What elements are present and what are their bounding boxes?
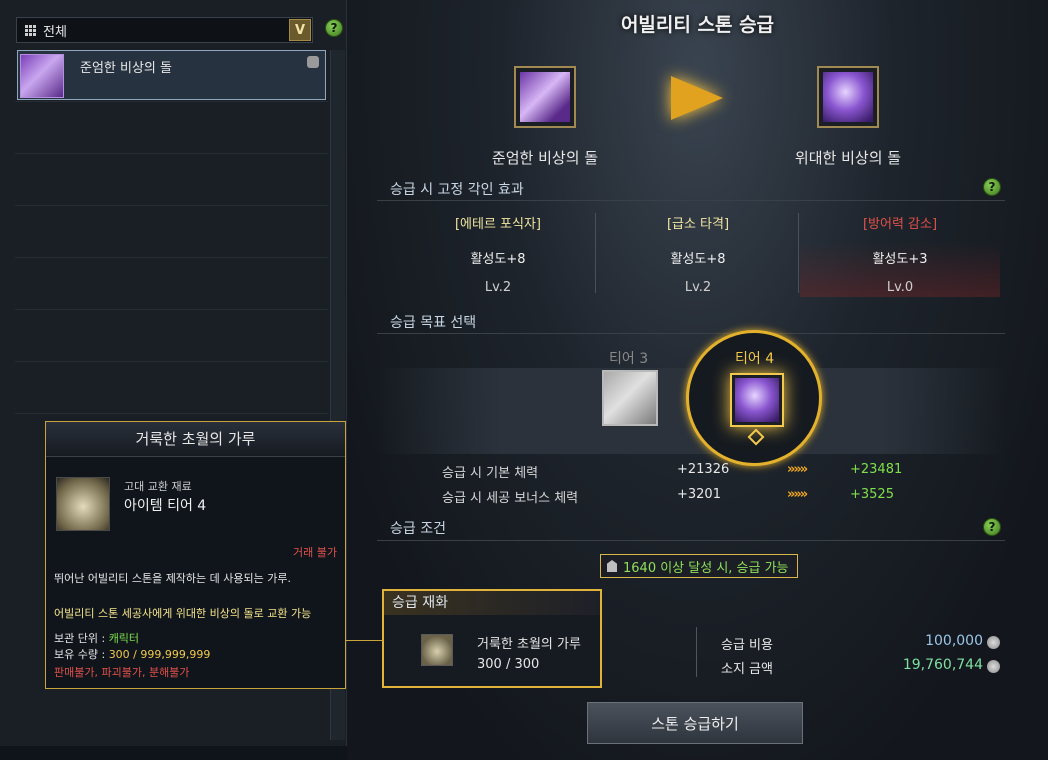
powder-icon[interactable] xyxy=(421,634,453,666)
condition-section-heading: 승급 조건 xyxy=(390,521,446,537)
purple-crystal-icon xyxy=(823,72,873,122)
chevron-down-icon[interactable]: V xyxy=(289,19,311,41)
purple-stone-icon xyxy=(520,72,570,122)
item-tooltip: 거룩한 초월의 가루 고대 교환 재료 아이템 티어 4 거래 불가 뛰어난 어… xyxy=(45,421,346,689)
owned-label: 소지 금액 xyxy=(721,662,773,677)
from-stone-name: 준엄한 비상의 돌 xyxy=(491,149,599,167)
cost-label: 승급 비용 xyxy=(721,638,773,653)
engrave-effect-2: [급소 타격] 활성도+8 Lv.2 xyxy=(598,205,798,297)
stat-row-base-hp: 승급 시 기본 체력 +21326 »»» +23481 xyxy=(377,462,1005,486)
material-count: 300 / 300 xyxy=(477,657,540,672)
house-icon xyxy=(607,560,617,572)
storage-value: 캐릭터 xyxy=(108,632,140,645)
divider xyxy=(377,540,1005,541)
page-title: 어빌리티 스톤 승급 xyxy=(620,14,775,36)
triple-arrow-icon: »»» xyxy=(787,487,808,502)
tier3-label: 티어 3 xyxy=(609,351,649,367)
tooltip-trade: 거래 불가 xyxy=(293,546,337,559)
effect-value: 활성도+3 xyxy=(872,252,928,267)
upgrade-material-box: 승급 재화 거룩한 초월의 가루 300 / 300 xyxy=(382,589,602,688)
silver-coin-icon xyxy=(987,660,1000,673)
storage-label: 보관 단위 : xyxy=(54,632,109,645)
divider xyxy=(696,627,697,677)
grid-icon xyxy=(25,24,36,36)
tooltip-title: 거룩한 초월의 가루 xyxy=(46,422,345,457)
upgrade-condition-badge: 1640 이상 달성 시, 승급 가능 xyxy=(600,554,798,578)
effect-value: 활성도+8 xyxy=(670,252,726,267)
stat-current: +21326 xyxy=(677,462,730,477)
stat-label: 승급 시 기본 체력 xyxy=(442,466,539,481)
effect-name: [에테르 포식자] xyxy=(454,217,542,232)
divider xyxy=(595,213,596,293)
stat-current: +3201 xyxy=(677,487,721,502)
engrave-effect-3: [방어력 감소] 활성도+3 Lv.0 xyxy=(800,205,1000,297)
tooltip-owned: 보유 수량 : 300 / 999,999,999 xyxy=(54,646,210,662)
tooltip-connector xyxy=(346,640,383,641)
tooltip-flags: 판매불가, 파괴불가, 분해불가 xyxy=(54,666,190,679)
tier3-option[interactable] xyxy=(602,370,658,426)
stat-next: +23481 xyxy=(850,462,903,477)
list-item xyxy=(15,102,328,154)
stat-next: +3525 xyxy=(850,487,894,502)
list-item-selected[interactable]: 준엄한 비상의 돌 xyxy=(17,50,326,100)
tier4-option[interactable] xyxy=(730,373,784,427)
divider xyxy=(798,213,799,293)
owned-max: / 999,999,999 xyxy=(129,648,211,661)
tooltip-tier: 아이템 티어 4 xyxy=(124,498,207,514)
to-stone-name: 위대한 비상의 돌 xyxy=(794,149,902,167)
owned-value: 19,760,744 xyxy=(902,657,983,673)
effect-name: [급소 타격] xyxy=(666,217,730,232)
gray-stone-icon xyxy=(604,372,656,424)
effect-name: [방어력 감소] xyxy=(862,217,938,232)
effect-level: Lv.2 xyxy=(484,280,512,295)
list-item[interactable]: 준엄한 비상의 돌 xyxy=(15,50,328,102)
help-icon[interactable]: ? xyxy=(983,518,1001,536)
triple-arrow-icon: »»» xyxy=(787,462,808,477)
help-icon[interactable]: ? xyxy=(983,178,1001,196)
lock-icon xyxy=(307,56,319,68)
engrave-section-heading: 승급 시 고정 각인 효과 xyxy=(390,182,524,198)
material-heading: 승급 재화 xyxy=(384,591,600,615)
tooltip-exchange: 어빌리티 스톤 세공사에게 위대한 비상의 돌로 교환 가능 xyxy=(54,607,312,620)
divider xyxy=(377,200,1005,201)
material-name: 거룩한 초월의 가루 xyxy=(477,637,581,652)
effect-level: Lv.0 xyxy=(886,280,914,295)
condition-text: 1640 이상 달성 시, 승급 가능 xyxy=(623,560,789,576)
filter-label: 전체 xyxy=(43,24,67,40)
list-item xyxy=(15,310,328,362)
tier4-label: 티어 4 xyxy=(735,351,775,367)
engrave-effect-1: [에테르 포식자] 활성도+8 Lv.2 xyxy=(398,205,598,297)
help-icon[interactable]: ? xyxy=(325,19,343,37)
upgrade-stone-button[interactable]: 스톤 승급하기 xyxy=(587,702,803,744)
silver-coin-icon xyxy=(987,636,1000,649)
effect-value: 활성도+8 xyxy=(470,252,526,267)
tooltip-subtitle: 고대 교환 재료 xyxy=(124,480,192,493)
list-item xyxy=(15,154,328,206)
arrow-right-icon xyxy=(671,76,723,120)
target-section-heading: 승급 목표 선택 xyxy=(390,315,477,331)
effect-level: Lv.2 xyxy=(684,280,712,295)
stone-upgrade-panel: 어빌리티 스톤 승급 준엄한 비상의 돌 위대한 비상의 돌 승급 시 고정 각… xyxy=(347,0,1048,760)
list-item xyxy=(15,258,328,310)
powder-icon xyxy=(56,477,110,531)
from-stone-slot xyxy=(514,66,576,128)
tooltip-storage: 보관 단위 : 캐릭터 xyxy=(54,630,139,646)
tooltip-description: 뛰어난 어빌리티 스톤을 제작하는 데 사용되는 가루. xyxy=(54,572,291,585)
stat-label: 승급 시 세공 보너스 체력 xyxy=(442,491,579,506)
owned-value: 300 xyxy=(108,648,130,661)
list-item xyxy=(15,362,328,414)
cost-value: 100,000 xyxy=(925,633,983,649)
purple-stone-icon xyxy=(20,54,64,98)
stat-row-bonus-hp: 승급 시 세공 보너스 체력 +3201 »»» +3525 xyxy=(377,487,1005,511)
to-stone-slot xyxy=(817,66,879,128)
list-item xyxy=(15,206,328,258)
owned-label: 보유 수량 : xyxy=(54,648,109,661)
list-item-label: 준엄한 비상의 돌 xyxy=(80,61,172,76)
filter-dropdown[interactable]: 전체 V xyxy=(16,17,313,43)
purple-crystal-icon xyxy=(735,378,779,422)
divider xyxy=(377,333,1005,334)
